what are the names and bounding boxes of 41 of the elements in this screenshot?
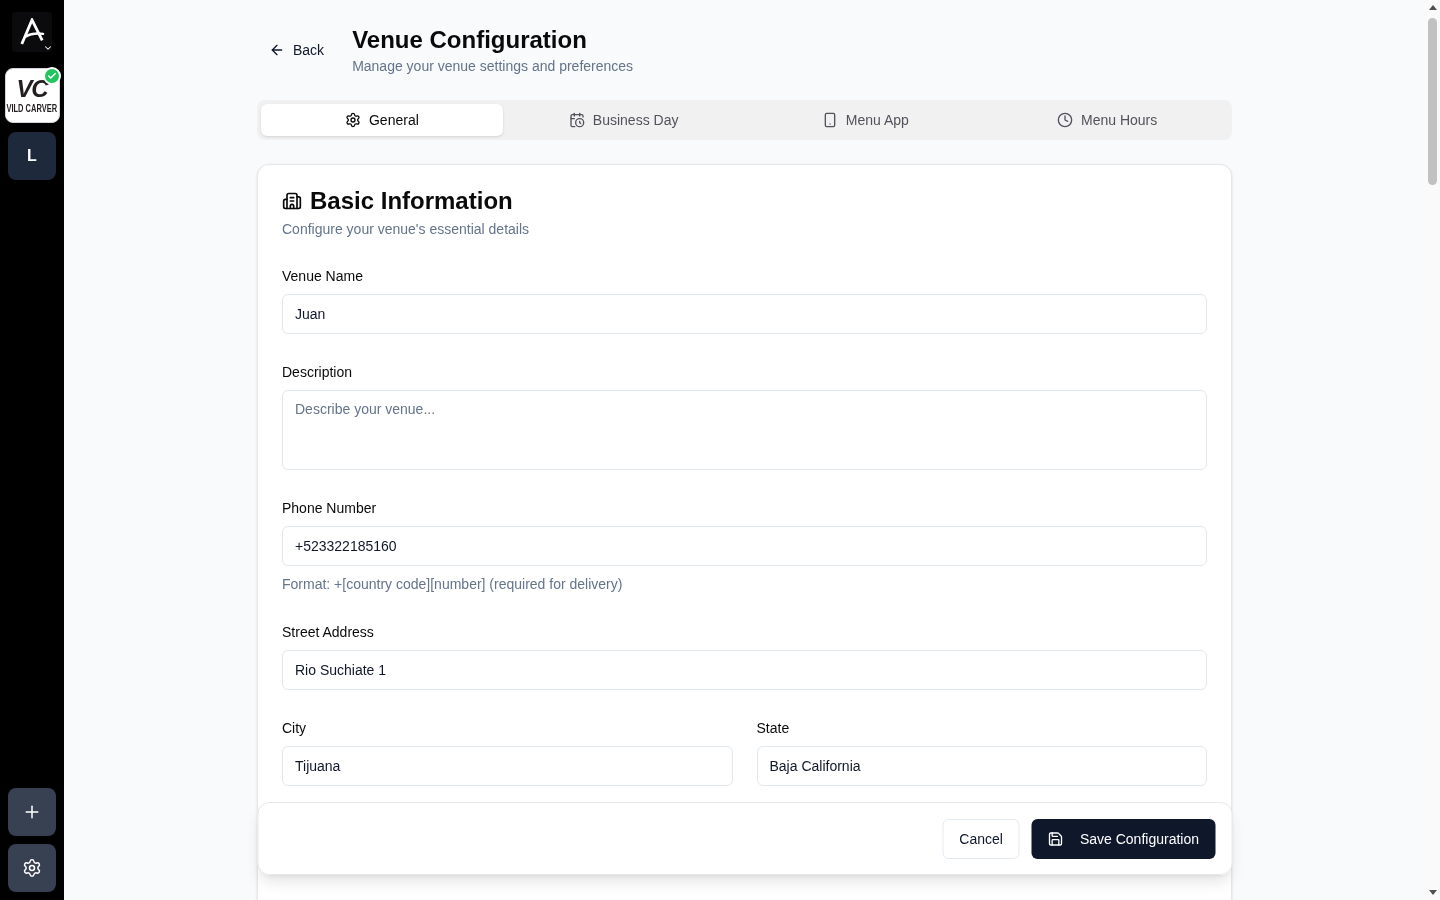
back-button[interactable]: Back	[257, 32, 337, 68]
venue-logo-button[interactable]: VC VILD CARVER	[4, 68, 60, 123]
settings-icon	[344, 112, 361, 128]
tab[interactable]: Menu Hours	[986, 104, 1228, 136]
input-field[interactable]: +523322185160	[282, 526, 1207, 566]
field-label: Phone Number	[282, 499, 378, 518]
settings-icon	[22, 858, 42, 878]
clock-icon	[1057, 112, 1073, 128]
field-label: Street Address	[282, 623, 375, 642]
field-label: City	[282, 719, 308, 738]
add-button[interactable]	[8, 788, 56, 836]
save-button[interactable]: Save Configuration	[1031, 818, 1215, 859]
card-title: Basic Information	[310, 186, 513, 216]
app-logo-icon	[19, 18, 45, 46]
scrollbar-thumb[interactable]	[1428, 18, 1437, 185]
tab[interactable]: Menu App	[744, 104, 987, 136]
textarea-field[interactable]: Describe your venue...	[282, 390, 1207, 470]
input-field[interactable]: Baja California	[756, 746, 1207, 786]
app-logo-button[interactable]	[12, 12, 52, 52]
cancel-button[interactable]: Cancel	[942, 818, 1020, 859]
input-field[interactable]: Rio Suchiate 1	[282, 650, 1207, 690]
field-label: State	[756, 719, 791, 738]
save-icon	[1047, 830, 1064, 847]
help-text: Format: +[country code][number] (required for delivery)	[282, 575, 624, 594]
card-subtitle: Configure your venue's essential details	[282, 220, 531, 239]
tab[interactable]: Business Day	[502, 104, 745, 136]
settings-button[interactable]	[8, 844, 56, 892]
field-label: Venue Name	[282, 267, 364, 286]
scroll-up-icon[interactable]	[1428, 5, 1437, 10]
chevron-down-icon	[43, 43, 53, 53]
venue-initial-button[interactable]: L	[8, 132, 56, 180]
building-icon	[282, 191, 302, 211]
field-label: Description	[282, 363, 354, 382]
arrow-left-icon	[269, 42, 285, 58]
page-subtitle: Manage your venue settings and preferences	[352, 57, 634, 76]
page-title: Venue Configuration	[352, 25, 588, 55]
calendar-clock-icon	[568, 112, 585, 128]
scroll-down-icon[interactable]	[1428, 890, 1437, 895]
input-field[interactable]: Juan	[282, 294, 1207, 334]
input-field[interactable]: Tijuana	[282, 746, 733, 786]
tab[interactable]: General	[261, 104, 503, 136]
